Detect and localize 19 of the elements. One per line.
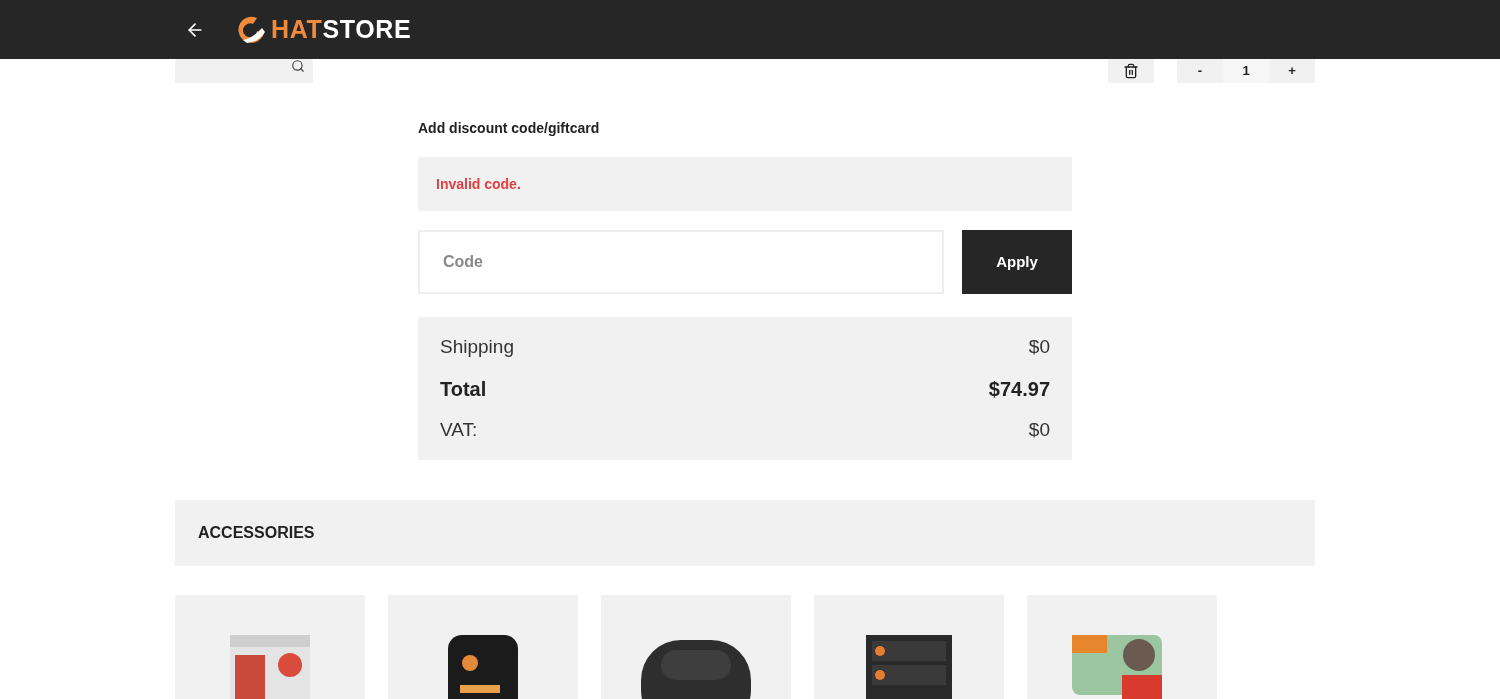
quantity-value: 1	[1223, 59, 1269, 83]
delete-button[interactable]	[1108, 59, 1154, 83]
decrease-button[interactable]: -	[1177, 59, 1223, 83]
search-icon	[291, 59, 305, 73]
trash-icon	[1123, 63, 1139, 79]
summary-label: Shipping	[440, 335, 514, 359]
increase-button[interactable]: +	[1269, 59, 1315, 83]
discount-title: Add discount code/giftcard	[418, 119, 601, 138]
summary-label: Total	[440, 376, 487, 402]
error-message: Invalid code.	[418, 157, 1072, 211]
search-field[interactable]	[175, 59, 313, 83]
summary-value: $0	[1028, 335, 1050, 359]
apply-button[interactable]: Apply	[962, 230, 1072, 294]
summary-value: $0	[1028, 417, 1050, 442]
code-field[interactable]: Code	[418, 230, 944, 294]
section-title: ACCESSORIES	[198, 523, 315, 543]
summary-label: VAT:	[440, 417, 478, 442]
summary-value: $74.97	[988, 376, 1050, 402]
store-logo[interactable]: HATSTORE	[235, 10, 412, 49]
